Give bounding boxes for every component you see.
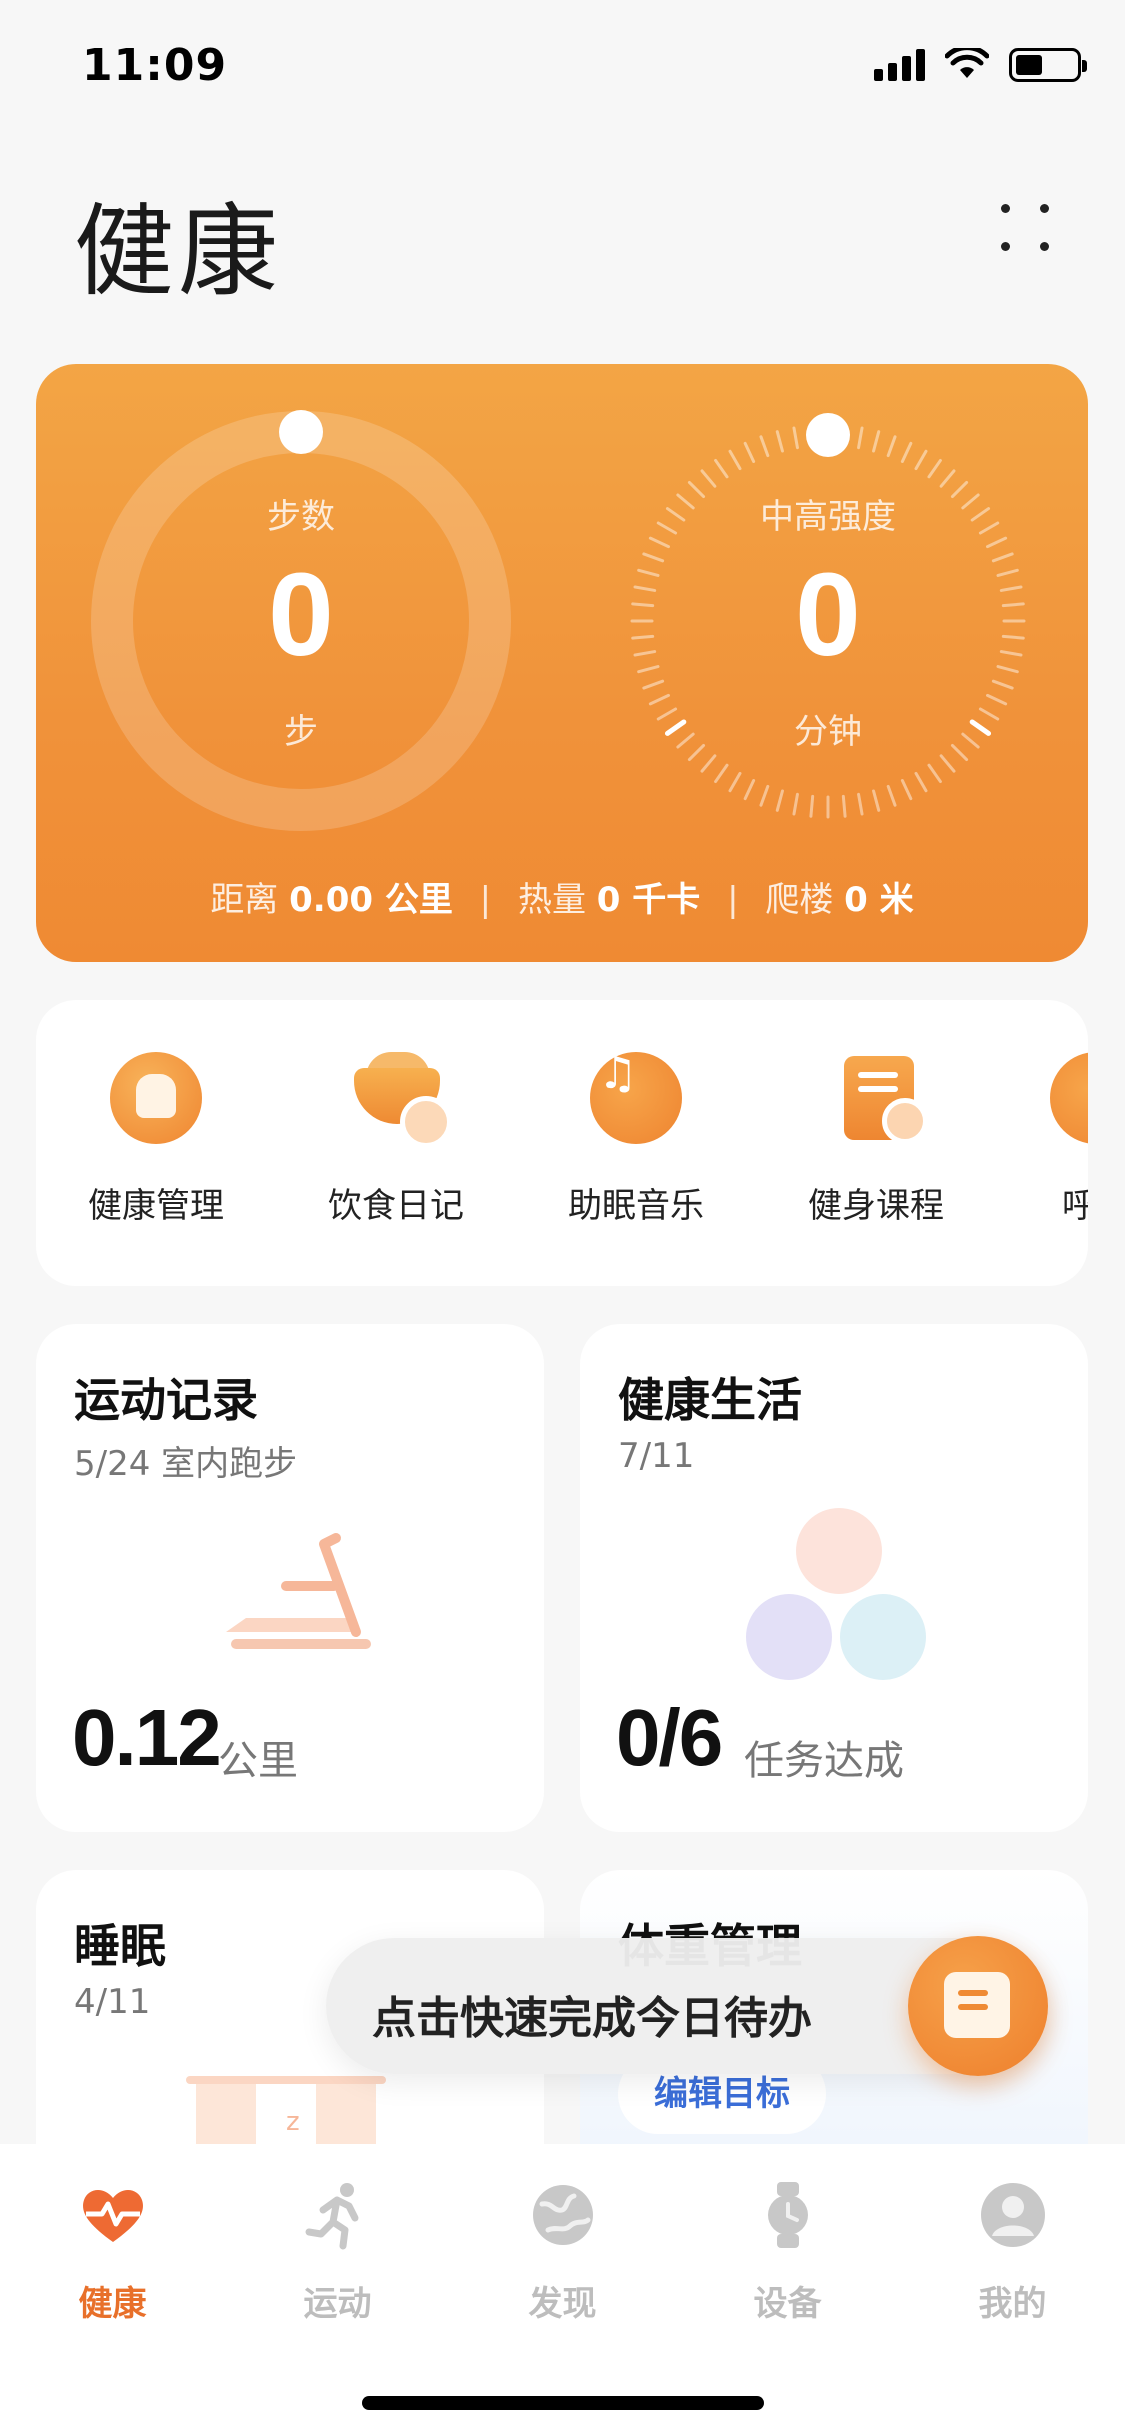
- activity-stats: 距离 0.00 公里 | 热量 0 千卡 | 爬楼 0 米: [210, 880, 914, 920]
- page-title: 健康: [74, 193, 282, 310]
- sleep-music-icon: [590, 1048, 682, 1144]
- shortcut-diet-diary[interactable]: 饮食日记: [296, 1052, 496, 1227]
- bottom-tab-bar: 健康 运动 发现 设备 我的: [0, 2144, 1125, 2436]
- dot-icon: [1040, 242, 1049, 251]
- shortcut-health-management[interactable]: 健康管理: [56, 1052, 256, 1227]
- calories-value: 0 千卡: [596, 880, 701, 920]
- fitness-course-icon: [830, 1052, 928, 1144]
- shortcut-label: 健身课程: [808, 1186, 944, 1226]
- shortcut-sleep-music[interactable]: 助眠音乐: [536, 1048, 736, 1227]
- running-person-icon: [305, 2183, 358, 2250]
- steps-unit: 步: [284, 712, 318, 752]
- tab-label: 我的: [978, 2284, 1047, 2324]
- exercise-record-card[interactable]: 运动记录 5/24 室内跑步 0.12 公里: [36, 1324, 544, 1832]
- card-title: 睡眠: [74, 1919, 166, 1973]
- quick-todo-toast[interactable]: 点击快速完成今日待办: [326, 1936, 1048, 2076]
- steps-ring: 步数 0 步: [91, 410, 511, 831]
- toast-text: 点击快速完成今日待办: [372, 1993, 812, 2044]
- tab-label: 设备: [753, 2284, 822, 2324]
- intensity-ring: 中高强度 0 分钟: [618, 411, 1038, 831]
- user-avatar-icon: [980, 2183, 1045, 2247]
- more-options-button[interactable]: [995, 198, 1057, 260]
- shortcut-label: 助眠音乐: [568, 1186, 704, 1226]
- shortcut-label: 健康管理: [88, 1186, 224, 1226]
- tab-devices[interactable]: 设备: [675, 2180, 900, 2325]
- intensity-label: 中高强度: [760, 497, 896, 537]
- dot-icon: [1001, 242, 1010, 251]
- distance-value: 0.00 公里: [289, 880, 453, 920]
- shortcut-row: 健康管理 饮食日记 助眠音乐 健身课程 呼吸: [36, 1000, 1088, 1286]
- heart-pulse-icon: [82, 2189, 143, 2242]
- healthy-living-bubbles-icon: [740, 1508, 940, 1688]
- intensity-unit: 分钟: [794, 712, 862, 752]
- status-icons: [874, 48, 1087, 82]
- status-time: 11:09: [82, 40, 228, 91]
- card-title: 运动记录: [74, 1373, 258, 1427]
- dot-icon: [1040, 204, 1049, 213]
- globe-icon: [532, 2185, 593, 2245]
- distance-total: 0.12: [72, 1693, 222, 1782]
- status-bar: 11:09: [0, 0, 1125, 140]
- shortcut-label: 呼吸: [1062, 1186, 1088, 1226]
- battery-icon: [1009, 48, 1087, 82]
- card-subtitle: 7/11: [618, 1436, 695, 1476]
- svg-text:z: z: [286, 2107, 300, 2137]
- calories-label: 热量: [517, 880, 586, 920]
- ring-progress-knob: [279, 410, 323, 454]
- card-subtitle: 5/24 室内跑步: [74, 1444, 298, 1484]
- card-title: 健康生活: [618, 1373, 802, 1427]
- tab-label: 健康: [78, 2284, 147, 2324]
- steps-value: 0: [268, 549, 334, 681]
- wifi-icon: [945, 48, 989, 78]
- breathing-icon: [1050, 1052, 1088, 1144]
- health-management-icon: [110, 1052, 202, 1144]
- steps-label: 步数: [267, 497, 335, 537]
- home-indicator: [362, 2396, 764, 2410]
- distance-unit: 公里: [218, 1738, 298, 1784]
- shortcut-breathing[interactable]: 呼吸: [996, 1052, 1088, 1227]
- tab-health[interactable]: 健康: [0, 2180, 225, 2325]
- tab-profile[interactable]: 我的: [900, 2180, 1125, 2325]
- shortcut-fitness-course[interactable]: 健身课程: [776, 1052, 976, 1227]
- tab-exercise[interactable]: 运动: [225, 2180, 450, 2325]
- todo-list-icon: [944, 1972, 1010, 2038]
- treadmill-icon: [226, 1533, 371, 1649]
- todo-fab-button[interactable]: [908, 1936, 1048, 2076]
- floors-value: 0 米: [844, 880, 914, 920]
- smartwatch-icon: [767, 2182, 808, 2248]
- tab-label: 发现: [528, 2284, 597, 2324]
- floors-label: 爬楼: [765, 880, 834, 920]
- diet-diary-icon: [350, 1052, 452, 1148]
- card-subtitle: 4/11: [74, 1982, 151, 2022]
- distance-label: 距离: [210, 880, 279, 920]
- signal-icon: [874, 49, 925, 81]
- tasks-unit: 任务达成: [744, 1738, 904, 1784]
- healthy-living-card[interactable]: 健康生活 7/11 0/6 任务达成: [580, 1324, 1088, 1832]
- intensity-value: 0: [795, 549, 861, 681]
- tasks-completed: 0/6: [616, 1693, 723, 1782]
- shortcut-label: 饮食日记: [328, 1186, 464, 1226]
- tab-label: 运动: [303, 2284, 372, 2324]
- tab-discover[interactable]: 发现: [450, 2180, 675, 2325]
- dot-icon: [1001, 204, 1010, 213]
- activity-summary-card[interactable]: 步数 0 步 中高强度 0 分钟 距离 0.00 公里 | 热量 0 千卡 | …: [36, 364, 1088, 962]
